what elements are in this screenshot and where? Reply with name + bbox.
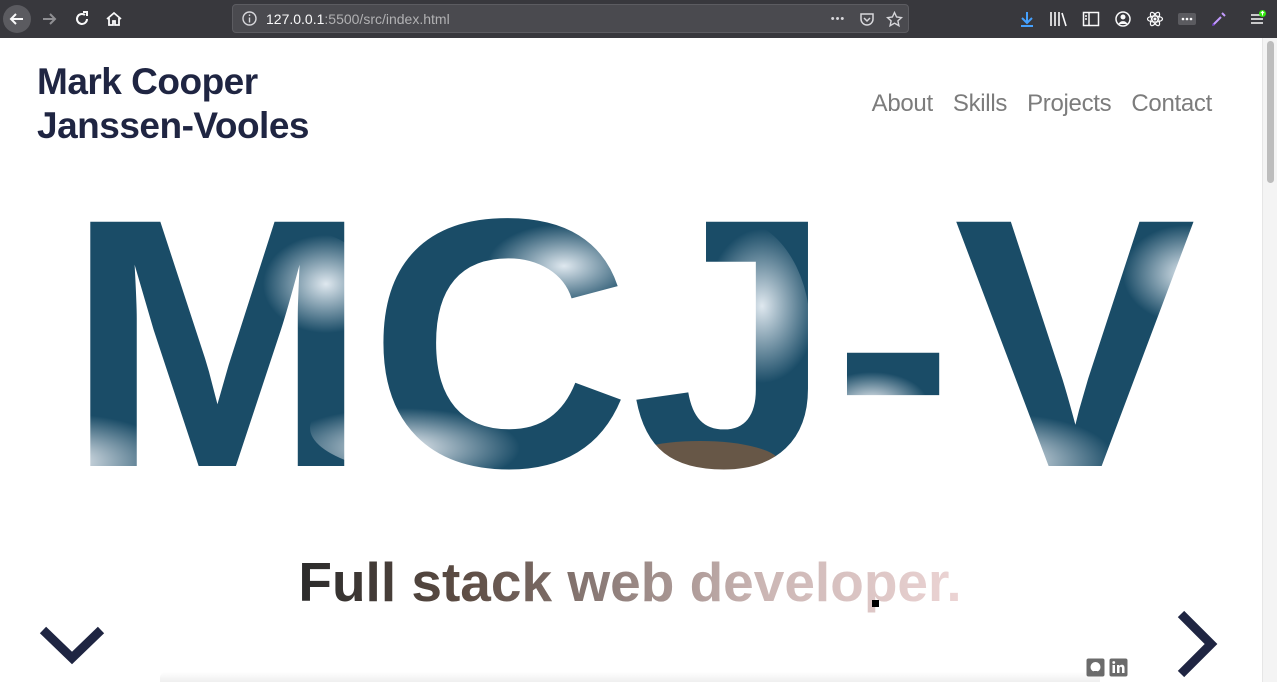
scrollbar-thumb[interactable] <box>1267 41 1274 183</box>
url-bar[interactable]: 127.0.0.1:5500/src/index.html ••• <box>232 4 909 33</box>
page-scrollbar[interactable] <box>1262 38 1277 682</box>
nav-about[interactable]: About <box>872 90 934 118</box>
nav-skills[interactable]: Skills <box>953 90 1008 118</box>
app-menu-button[interactable] <box>1247 9 1267 29</box>
scroll-down-chevron-icon[interactable] <box>38 625 106 665</box>
reload-icon <box>76 11 88 25</box>
nav-projects[interactable]: Projects <box>1027 90 1112 118</box>
page-viewport: Mark Cooper Janssen-Vooles About Skills … <box>0 38 1277 682</box>
react-icon <box>1146 11 1164 27</box>
social-links <box>1086 658 1128 677</box>
bookmark-star-button[interactable] <box>884 10 904 28</box>
github-icon[interactable] <box>1086 658 1105 677</box>
nav-contact[interactable]: Contact <box>1131 90 1212 118</box>
page-actions-button[interactable]: ••• <box>828 10 848 28</box>
pocket-icon <box>860 13 874 26</box>
site-title-line2: Janssen-Vooles <box>37 105 309 146</box>
subtitle: Full stack web developer. <box>298 551 961 613</box>
reload-button[interactable] <box>68 5 96 33</box>
extension-button[interactable] <box>1177 9 1197 29</box>
url-path: :5500/src/index.html <box>324 11 450 27</box>
more-icon: ••• <box>830 13 846 25</box>
react-devtools-button[interactable] <box>1145 9 1165 29</box>
extension-dots-icon <box>1178 13 1196 25</box>
url-text[interactable]: 127.0.0.1:5500/src/index.html <box>266 11 450 27</box>
hero-text: MCJ-V <box>66 198 1198 488</box>
home-button[interactable] <box>100 5 128 33</box>
back-arrow-icon <box>9 13 23 25</box>
subtitle-text: Full stack web developer. <box>298 551 961 613</box>
info-icon[interactable] <box>241 10 258 27</box>
forward-button[interactable] <box>35 5 63 33</box>
back-button[interactable] <box>3 5 31 33</box>
footer-panel <box>160 672 1100 682</box>
forward-arrow-icon <box>43 13 57 25</box>
url-host: 127.0.0.1 <box>266 11 325 27</box>
text-cursor <box>872 600 879 607</box>
library-icon <box>1050 12 1067 27</box>
sidebar-button[interactable] <box>1081 9 1101 29</box>
hamburger-icon <box>1251 10 1266 24</box>
account-icon <box>1115 11 1131 27</box>
home-icon <box>106 11 122 26</box>
color-picker-button[interactable] <box>1209 9 1229 29</box>
next-chevron-icon[interactable] <box>1176 610 1218 678</box>
library-button[interactable] <box>1048 9 1068 29</box>
site-title-line1: Mark Cooper <box>37 61 258 102</box>
downloads-button[interactable] <box>1017 9 1037 29</box>
pocket-button[interactable] <box>857 10 877 28</box>
eyedropper-icon <box>1212 12 1226 26</box>
sidebar-icon <box>1082 11 1100 27</box>
main-nav: About Skills Projects Contact <box>872 90 1213 118</box>
account-button[interactable] <box>1113 9 1133 29</box>
browser-toolbar: 127.0.0.1:5500/src/index.html ••• <box>0 0 1277 38</box>
linkedin-icon[interactable] <box>1109 658 1128 677</box>
download-icon <box>1021 12 1033 27</box>
star-icon <box>885 10 903 27</box>
hero-monogram: MCJ-V <box>66 198 1198 488</box>
site-title[interactable]: Mark Cooper Janssen-Vooles <box>37 60 397 148</box>
